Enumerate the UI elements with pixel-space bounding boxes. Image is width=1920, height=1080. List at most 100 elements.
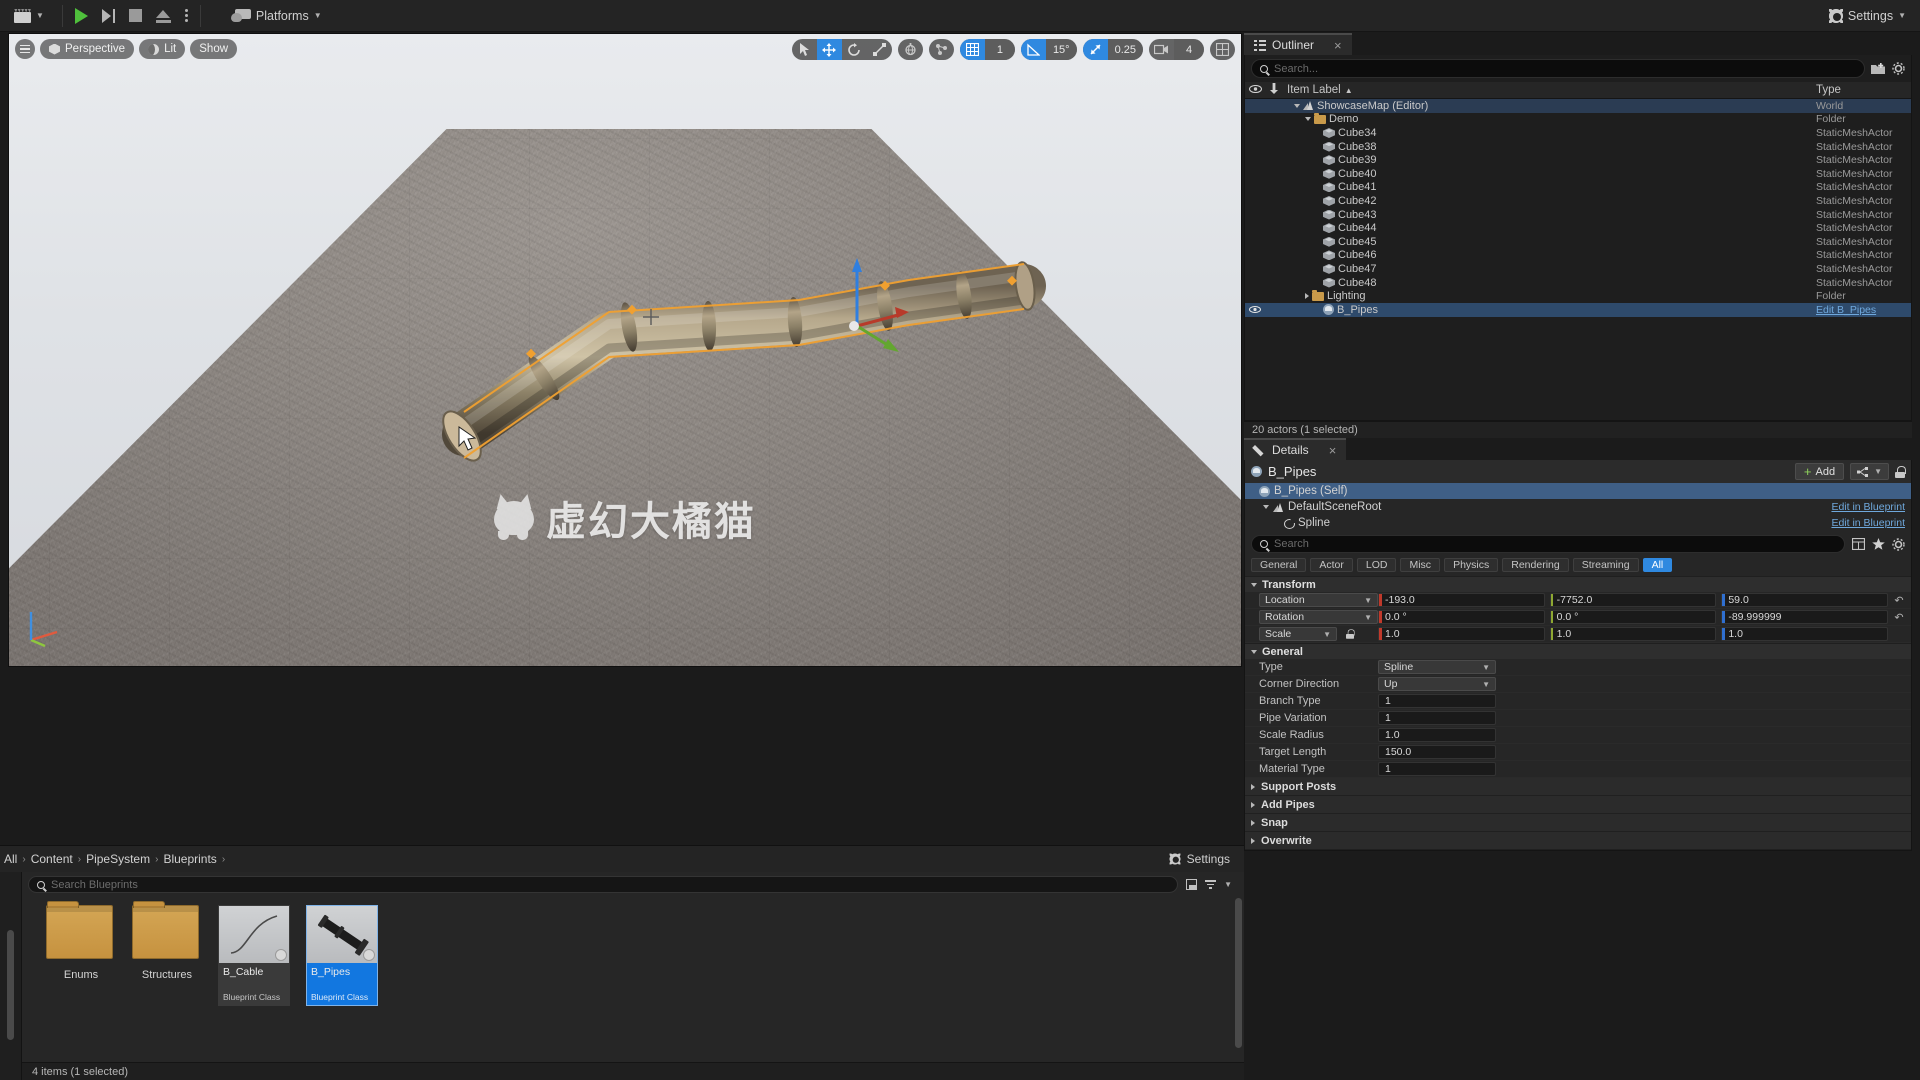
pin-column-header[interactable] xyxy=(1265,83,1283,97)
location-dropdown[interactable]: Location ▼ xyxy=(1259,593,1378,607)
outliner-row-cube40[interactable]: Cube40StaticMeshActor xyxy=(1245,167,1911,181)
outliner-row-cube45[interactable]: Cube45StaticMeshActor xyxy=(1245,235,1911,249)
component-options-button[interactable]: ▼ xyxy=(1850,463,1889,480)
viewport-layouts-button[interactable] xyxy=(1210,39,1235,60)
corner-direction-dropdown[interactable]: Up▼ xyxy=(1378,677,1496,691)
outliner-row-demo[interactable]: DemoFolder xyxy=(1245,113,1911,127)
translate-mode-button[interactable] xyxy=(817,39,842,60)
scale-dropdown[interactable]: Scale ▼ xyxy=(1259,627,1337,641)
tab-details[interactable]: Details × xyxy=(1244,438,1346,460)
camera-speed-value[interactable]: 4 xyxy=(1174,39,1204,60)
scale-x-input[interactable]: 1.0 xyxy=(1378,627,1545,641)
play-options-button[interactable] xyxy=(185,9,188,22)
edit-in-blueprint-link[interactable]: Edit in Blueprint xyxy=(1831,517,1905,529)
location-reset-button[interactable]: ↶ xyxy=(1893,594,1905,607)
play-button[interactable] xyxy=(75,8,88,24)
new-folder-button[interactable] xyxy=(1871,62,1885,76)
outliner-row-cube39[interactable]: Cube39StaticMeshActor xyxy=(1245,153,1911,167)
filter-tab-streaming[interactable]: Streaming xyxy=(1573,558,1639,572)
folder-tile-structures[interactable]: Structures xyxy=(132,905,202,1006)
scale-lock-button[interactable] xyxy=(1346,629,1354,639)
scale-mode-button[interactable] xyxy=(867,39,892,60)
item-label-column-header[interactable]: Item Label ▲ xyxy=(1283,84,1816,96)
outliner-row-cube43[interactable]: Cube43StaticMeshActor xyxy=(1245,208,1911,222)
branch-type-input[interactable]: 1 xyxy=(1378,694,1496,708)
filter-tab-actor[interactable]: Actor xyxy=(1310,558,1353,572)
viewport-show-button[interactable]: Show xyxy=(190,39,237,59)
outliner-search-input[interactable]: Search... xyxy=(1251,59,1865,78)
favorites-button[interactable] xyxy=(1871,537,1885,551)
eject-button[interactable] xyxy=(156,9,171,23)
outliner-row-edit-link[interactable]: Edit B_Pipes xyxy=(1816,304,1911,316)
rotation-reset-button[interactable]: ↶ xyxy=(1893,611,1905,624)
rotation-x-input[interactable]: 0.0 ° xyxy=(1378,610,1545,624)
visibility-column-header[interactable] xyxy=(1245,84,1265,96)
content-browser-settings-button[interactable]: Settings xyxy=(1168,852,1244,866)
platforms-button[interactable]: Platforms ▼ xyxy=(225,4,328,28)
outliner-row-cube46[interactable]: Cube46StaticMeshActor xyxy=(1245,249,1911,263)
filter-tab-general[interactable]: General xyxy=(1251,558,1306,572)
close-icon[interactable]: × xyxy=(1329,443,1337,458)
scale-snap-value[interactable]: 0.25 xyxy=(1108,39,1143,60)
folder-tile-enums[interactable]: Enums xyxy=(46,905,116,1006)
outliner-row-cube42[interactable]: Cube42StaticMeshActor xyxy=(1245,194,1911,208)
asset-tile-b_cable[interactable]: B_CableBlueprint Class xyxy=(218,905,290,1006)
outliner-row-showcasemap-editor-[interactable]: ShowcaseMap (Editor)World xyxy=(1245,99,1911,113)
general-section-header[interactable]: General xyxy=(1245,643,1911,659)
level-menu-button[interactable]: ▼ xyxy=(8,4,50,28)
select-mode-button[interactable] xyxy=(792,39,817,60)
sources-scrollbar[interactable] xyxy=(7,930,14,1040)
rotation-dropdown[interactable]: Rotation ▼ xyxy=(1259,610,1378,624)
outliner-settings-button[interactable] xyxy=(1891,62,1905,76)
outliner-row-cube38[interactable]: Cube38StaticMeshActor xyxy=(1245,140,1911,154)
pipe-variation-input[interactable]: 1 xyxy=(1378,711,1496,725)
type-column-header[interactable]: Type xyxy=(1816,84,1911,96)
section-add-pipes[interactable]: Add Pipes xyxy=(1245,796,1911,814)
close-icon[interactable]: × xyxy=(1334,38,1342,53)
breadcrumb-item-blueprints[interactable]: Blueprints xyxy=(163,852,216,866)
edit-in-blueprint-link[interactable]: Edit in Blueprint xyxy=(1831,501,1905,513)
outliner-row-cube34[interactable]: Cube34StaticMeshActor xyxy=(1245,126,1911,140)
column-view-button[interactable] xyxy=(1851,537,1865,551)
component-row-defaultsceneroot[interactable]: DefaultSceneRootEdit in Blueprint xyxy=(1245,499,1911,515)
grid-snap-value[interactable]: 1 xyxy=(985,39,1015,60)
viewport-menu-button[interactable] xyxy=(15,39,35,59)
scale-y-input[interactable]: 1.0 xyxy=(1550,627,1717,641)
scale-snap-toggle[interactable] xyxy=(1083,39,1108,60)
angle-snap-value[interactable]: 15° xyxy=(1046,39,1077,60)
type-dropdown[interactable]: Spline▼ xyxy=(1378,660,1496,674)
filter-tab-rendering[interactable]: Rendering xyxy=(1502,558,1568,572)
filter-icon[interactable] xyxy=(1205,880,1216,889)
viewport-lit-button[interactable]: Lit xyxy=(139,39,185,59)
chevron-right-icon[interactable] xyxy=(1305,293,1309,299)
rotate-mode-button[interactable] xyxy=(842,39,867,60)
rotation-z-input[interactable]: -89.999999 xyxy=(1721,610,1888,624)
location-y-input[interactable]: -7752.0 xyxy=(1550,593,1717,607)
chevron-down-icon[interactable] xyxy=(1305,117,1311,121)
outliner-row-lighting[interactable]: LightingFolder xyxy=(1245,289,1911,303)
asset-card[interactable]: B_PipesBlueprint Class xyxy=(306,905,378,1006)
details-search-input[interactable]: Search xyxy=(1251,535,1845,553)
scale-z-input[interactable]: 1.0 xyxy=(1721,627,1888,641)
tab-outliner[interactable]: Outliner × xyxy=(1244,33,1352,55)
breadcrumb-item-all[interactable]: All xyxy=(4,852,17,866)
chevron-down-icon[interactable]: ▼ xyxy=(1224,880,1232,889)
world-coordinate-button[interactable] xyxy=(898,39,923,60)
component-row-spline[interactable]: SplineEdit in Blueprint xyxy=(1245,515,1911,531)
chevron-down-icon[interactable] xyxy=(1263,505,1269,509)
location-x-input[interactable]: -193.0 xyxy=(1378,593,1545,607)
filter-tab-lod[interactable]: LOD xyxy=(1357,558,1397,572)
camera-speed-toggle[interactable] xyxy=(1149,39,1174,60)
transform-section-header[interactable]: Transform xyxy=(1245,576,1911,592)
target-length-input[interactable]: 150.0 xyxy=(1378,745,1496,759)
location-z-input[interactable]: 59.0 xyxy=(1721,593,1888,607)
breadcrumb-item-pipesystem[interactable]: PipeSystem xyxy=(86,852,150,866)
rotation-y-input[interactable]: 0.0 ° xyxy=(1550,610,1717,624)
viewport-perspective-button[interactable]: Perspective xyxy=(40,39,134,59)
outliner-row-cube41[interactable]: Cube41StaticMeshActor xyxy=(1245,181,1911,195)
filter-tab-all[interactable]: All xyxy=(1643,558,1673,572)
scale-radius-input[interactable]: 1.0 xyxy=(1378,728,1496,742)
outliner-row-b-pipes[interactable]: B_PipesEdit B_Pipes xyxy=(1245,303,1911,317)
content-sources-strip[interactable] xyxy=(0,872,22,1080)
outliner-row-cube47[interactable]: Cube47StaticMeshActor xyxy=(1245,262,1911,276)
